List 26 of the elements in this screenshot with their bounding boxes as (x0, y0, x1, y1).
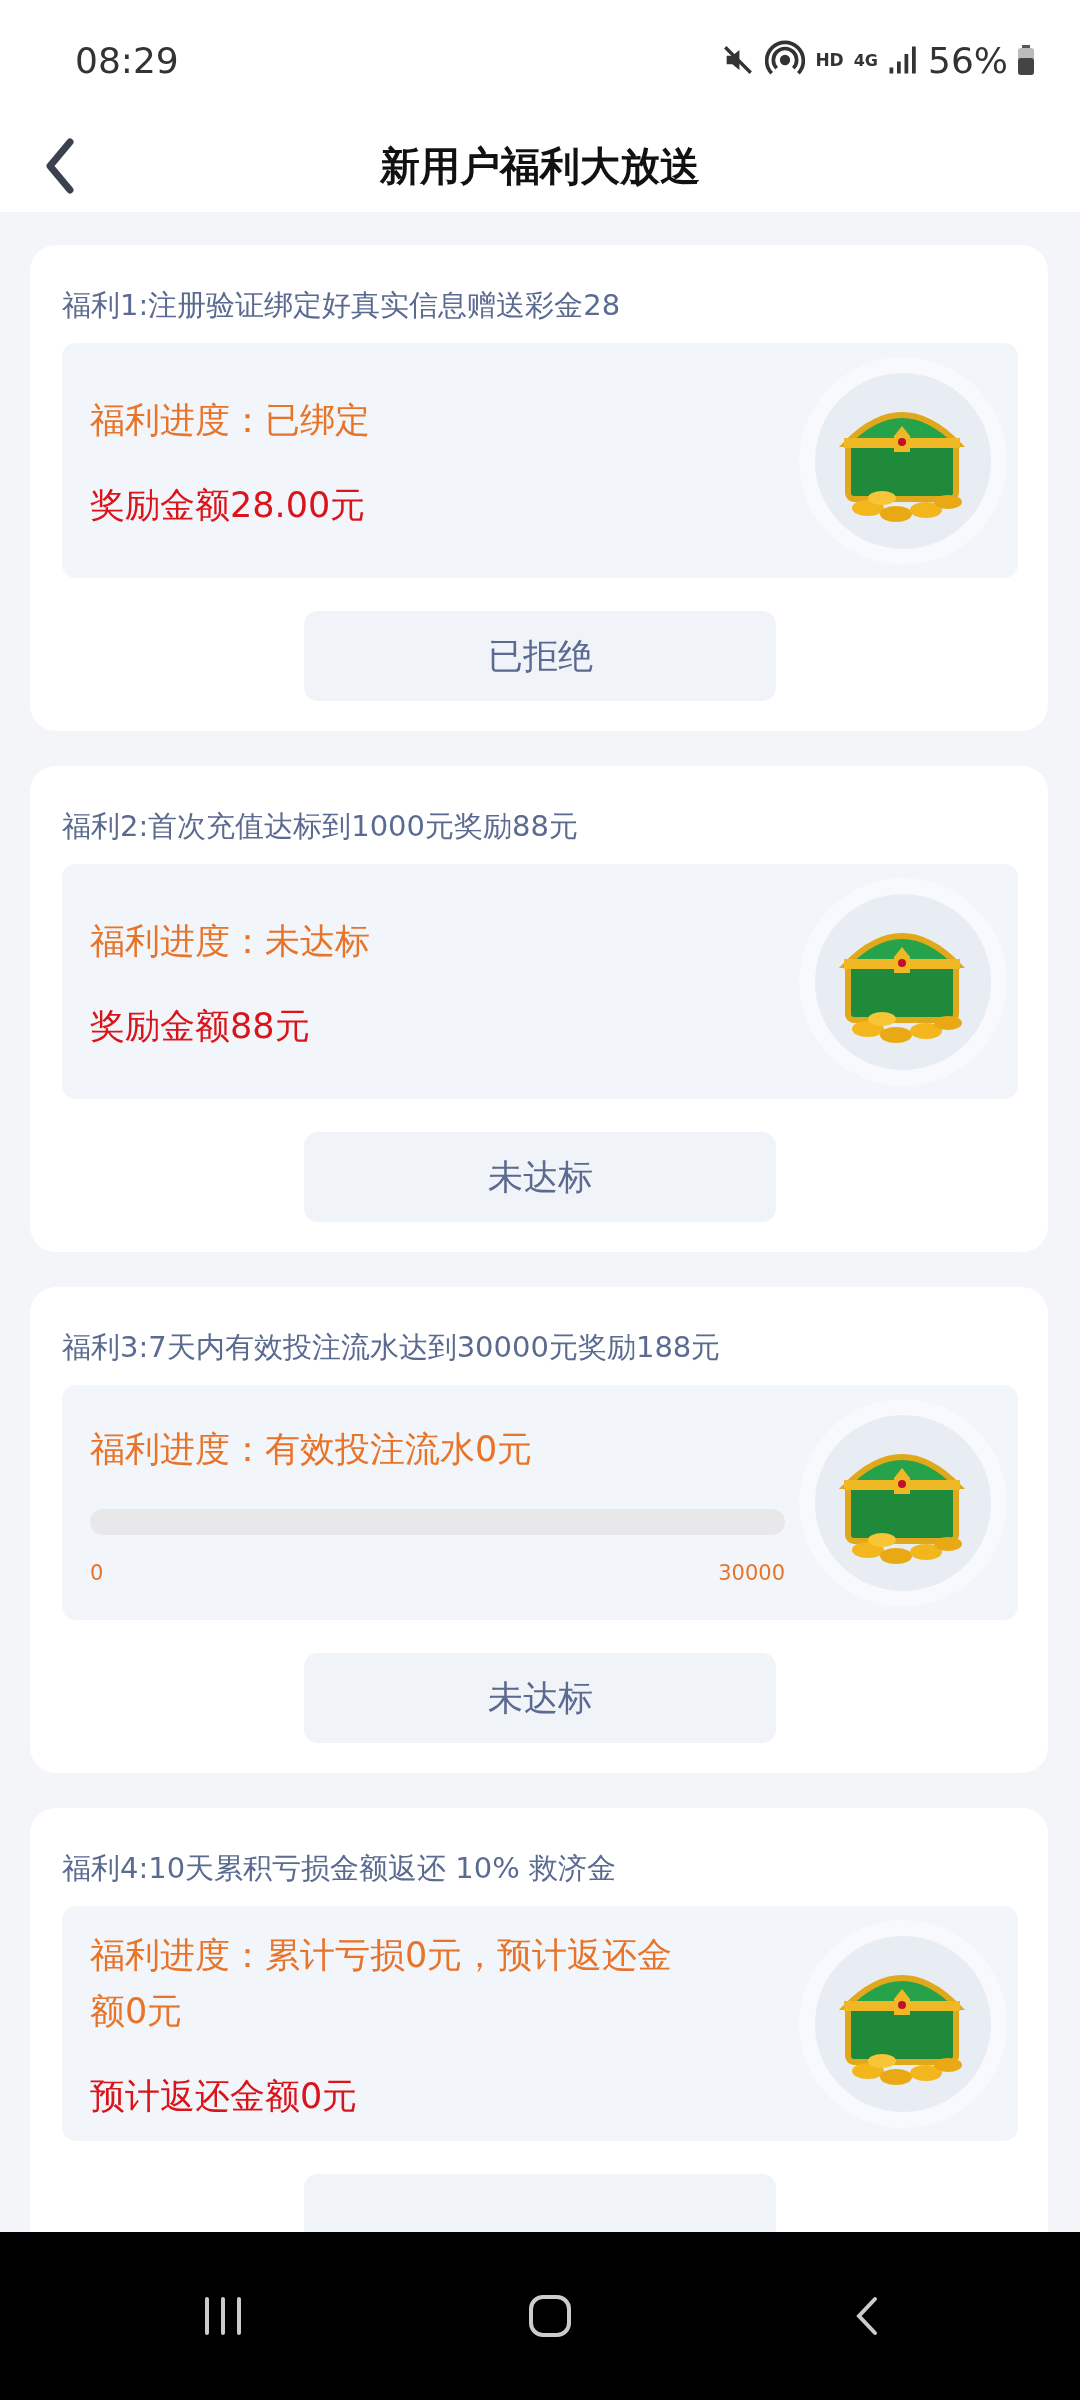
benefit-title: 福利2:首次充值达标到1000元奖励88元 (62, 808, 579, 845)
battery-icon (1018, 45, 1034, 75)
home-icon[interactable] (528, 2294, 572, 2338)
status-button[interactable]: 未达标 (304, 1653, 776, 1743)
reward-amount: 奖励金额88元 (90, 1004, 311, 1048)
benefit-title: 福利4:10天累积亏损金额返还 10% 救济金 (62, 1850, 618, 1887)
status-button[interactable]: 已拒绝 (304, 611, 776, 701)
status-button[interactable]: 未达标 (304, 1132, 776, 1222)
reward-amount: 预计返还金额0元 (90, 2074, 359, 2118)
benefit-title: 福利3:7天内有效投注流水达到30000元奖励188元 (62, 1329, 722, 1366)
signal-icon (888, 45, 918, 75)
benefit-title: 福利1:注册验证绑定好真实信息赠送彩金28 (62, 287, 622, 324)
progress-max-label: 30000 (718, 1560, 785, 1585)
status-time: 08:29 (75, 39, 179, 81)
progress-min-label: 0 (90, 1560, 104, 1585)
hd-label: HD (815, 50, 844, 70)
progress-status: 福利进度：累计亏损0元，预计返还金额0元 (90, 1933, 674, 2033)
progress-status: 福利进度：未达标 (90, 919, 371, 963)
back-nav-icon[interactable] (854, 2296, 879, 2336)
back-icon[interactable] (45, 138, 75, 194)
progress-status: 福利进度：有效投注流水0元 (90, 1427, 534, 1471)
page-title: 新用户福利大放送 (380, 141, 700, 191)
battery-percent: 56% (928, 39, 1008, 81)
progress-status: 福利进度：已绑定 (90, 398, 371, 442)
reward-amount: 奖励金额28.00元 (90, 483, 367, 527)
network-type-label: 4G (853, 50, 878, 70)
